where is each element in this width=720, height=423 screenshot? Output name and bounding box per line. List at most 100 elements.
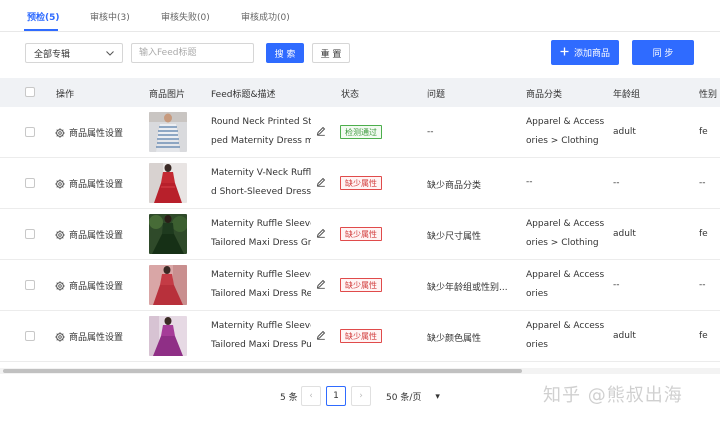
table-row: 商品属性设置 Maternity Ruffle Sleeve Tailored M… xyxy=(0,311,720,362)
prev-page-button[interactable]: ‹ xyxy=(301,386,321,406)
album-select[interactable]: 全部专辑 xyxy=(25,43,123,63)
category-line-2: ories xyxy=(526,289,548,299)
feed-title-line-2: ped Maternity Dress m... xyxy=(211,136,311,146)
edit-icon[interactable] xyxy=(316,177,326,187)
plus-icon xyxy=(560,47,569,59)
page-1-button[interactable]: 1 xyxy=(326,386,346,406)
product-attribute-settings-link[interactable]: 商品属性设置 xyxy=(55,330,123,343)
operation-label: 商品属性设置 xyxy=(69,282,124,292)
page-size-select[interactable]: 50 条/页 ▾ xyxy=(386,390,440,404)
product-attribute-settings-link[interactable]: 商品属性设置 xyxy=(55,228,123,241)
operation-label: 商品属性设置 xyxy=(69,333,124,343)
gender-text: -- xyxy=(699,280,706,290)
tab-review-failed[interactable]: 审核失败(0) xyxy=(161,10,210,23)
category-line-2: ories xyxy=(526,340,548,350)
category-line-2: ories > Clothing xyxy=(526,238,599,248)
row-checkbox[interactable] xyxy=(25,127,35,137)
feed-title-line-2: Tailored Maxi Dress Pu... xyxy=(211,340,311,350)
gender-text: fe xyxy=(699,229,708,239)
category-text: Apparel & Access ories > Clothing xyxy=(526,215,616,253)
feed-title-line-2: Tailored Maxi Dress Gr... xyxy=(211,238,311,248)
status-badge: 检测通过 xyxy=(340,125,382,139)
status-tabs: 预检(5) 审核中(3) 审核失败(0) 审核成功(0) xyxy=(0,0,720,32)
table-row: 商品属性设置 Round Neck Printed Stri ped Matern… xyxy=(0,107,720,158)
product-attribute-settings-link[interactable]: 商品属性设置 xyxy=(55,279,123,292)
chevron-right-icon: › xyxy=(359,391,363,401)
age-group-text: -- xyxy=(613,178,620,188)
tab-review-success[interactable]: 审核成功(0) xyxy=(241,10,290,23)
search-button[interactable]: 搜 索 xyxy=(266,43,304,63)
feed-title-line-1: Maternity Ruffle Sleeve xyxy=(211,321,311,331)
table-row: 商品属性设置 Maternity V-Neck Ruffle d Short-Sl… xyxy=(0,158,720,209)
watermark-text: 知乎 @熊叔出海 xyxy=(543,385,683,406)
total-count: 5 条 xyxy=(280,393,298,403)
age-group-text: adult xyxy=(613,229,636,239)
feed-title-line-1: Maternity Ruffle Sleeve xyxy=(211,270,311,280)
status-badge: 缺少属性 xyxy=(340,278,382,292)
horizontal-scrollbar[interactable] xyxy=(0,368,720,374)
category-line-1: Apparel & Access xyxy=(526,117,605,127)
tab-precheck[interactable]: 预检(5) xyxy=(27,10,60,23)
product-image xyxy=(149,214,187,254)
feed-title-search-input[interactable] xyxy=(131,43,254,63)
product-image xyxy=(149,112,187,152)
category-line-1: Apparel & Access xyxy=(526,219,605,229)
column-header-operation: 操作 xyxy=(56,90,75,100)
column-header-status: 状态 xyxy=(341,90,360,100)
feed-title: Maternity Ruffle Sleeve Tailored Maxi Dre… xyxy=(211,266,311,304)
table-row: 商品属性设置 Maternity Ruffle Sleeve Tailored M… xyxy=(0,209,720,260)
product-attribute-settings-link[interactable]: 商品属性设置 xyxy=(55,177,123,190)
select-all-checkbox[interactable] xyxy=(25,87,35,97)
status-badge: 缺少属性 xyxy=(340,227,382,241)
active-tab-indicator xyxy=(24,29,58,31)
product-image xyxy=(149,163,187,203)
feed-title-line-2: d Short-Sleeved Dress... xyxy=(211,187,311,197)
chevron-left-icon: ‹ xyxy=(309,391,313,401)
row-checkbox[interactable] xyxy=(25,331,35,341)
status-badge: 缺少属性 xyxy=(340,176,382,190)
issue-text: 缺少商品分类 xyxy=(427,181,482,191)
add-product-button[interactable]: 添加商品 xyxy=(551,40,619,65)
age-group-text: -- xyxy=(613,280,620,290)
issue-text: 缺少尺寸属性 xyxy=(427,232,482,242)
edit-icon[interactable] xyxy=(316,228,326,238)
edit-icon[interactable] xyxy=(316,279,326,289)
edit-icon[interactable] xyxy=(316,330,326,340)
gear-icon xyxy=(55,280,65,291)
column-header-gender: 性别 xyxy=(699,90,718,100)
add-product-label: 添加商品 xyxy=(573,49,610,59)
category-text: Apparel & Access ories xyxy=(526,266,616,304)
sync-button[interactable]: 同 步 xyxy=(632,40,694,65)
feed-title: Maternity V-Neck Ruffle d Short-Sleeved D… xyxy=(211,164,311,202)
page-size-value: 50 条/页 xyxy=(386,393,422,403)
category-text: -- xyxy=(526,173,616,192)
row-checkbox[interactable] xyxy=(25,229,35,239)
issue-text: -- xyxy=(427,127,434,137)
category-line-1: -- xyxy=(526,177,533,187)
reset-button[interactable]: 重 置 xyxy=(312,43,350,63)
feed-title-line-1: Maternity V-Neck Ruffle xyxy=(211,168,311,178)
row-checkbox[interactable] xyxy=(25,178,35,188)
edit-icon[interactable] xyxy=(316,126,326,136)
next-page-button[interactable]: › xyxy=(351,386,371,406)
product-image xyxy=(149,316,187,356)
table-row: 商品属性设置 Maternity Ruffle Sleeve Tailored M… xyxy=(0,260,720,311)
column-header-category: 商品分类 xyxy=(526,90,563,100)
gear-icon xyxy=(55,178,65,189)
tab-reviewing[interactable]: 审核中(3) xyxy=(90,10,130,23)
category-text: Apparel & Access ories > Clothing xyxy=(526,113,616,151)
category-text: Apparel & Access ories xyxy=(526,317,616,355)
column-header-issue: 问题 xyxy=(427,90,446,100)
issue-text: 缺少年龄组或性别... xyxy=(427,283,508,293)
scrollbar-thumb[interactable] xyxy=(3,369,522,373)
feed-title: Maternity Ruffle Sleeve Tailored Maxi Dre… xyxy=(211,317,311,355)
row-checkbox[interactable] xyxy=(25,280,35,290)
gear-icon xyxy=(55,229,65,240)
feed-title: Round Neck Printed Stri ped Maternity Dre… xyxy=(211,113,311,151)
chevron-down-icon xyxy=(106,49,114,57)
product-image xyxy=(149,265,187,305)
gender-text: -- xyxy=(699,178,706,188)
gender-text: fe xyxy=(699,331,708,341)
product-attribute-settings-link[interactable]: 商品属性设置 xyxy=(55,126,123,139)
category-line-1: Apparel & Access xyxy=(526,270,605,280)
